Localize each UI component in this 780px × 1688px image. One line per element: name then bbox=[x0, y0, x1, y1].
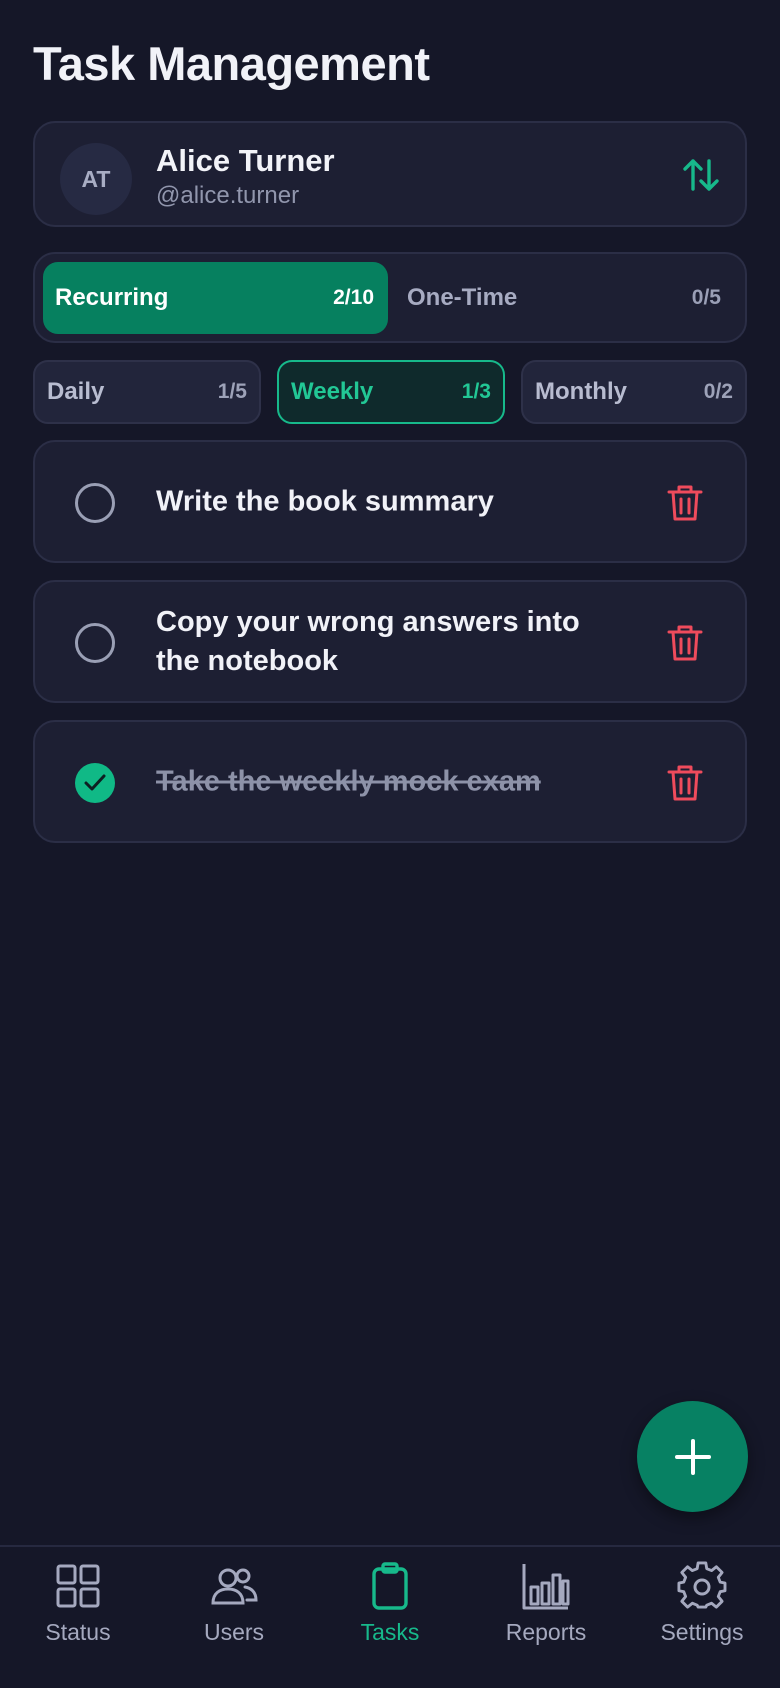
trash-icon[interactable] bbox=[667, 764, 703, 802]
nav-item-users[interactable]: Users bbox=[156, 1561, 312, 1671]
subtab-label: Monthly bbox=[535, 378, 627, 405]
user-handle: @alice.turner bbox=[156, 182, 300, 209]
subtab-count: 1/5 bbox=[217, 380, 247, 403]
subtab-monthly[interactable]: Monthly 0/2 bbox=[521, 360, 747, 424]
task-item: Write the book summary bbox=[33, 440, 747, 563]
nav-label: Reports bbox=[505, 1619, 587, 1645]
segment-tab-one-time[interactable]: One-Time 0/5 bbox=[395, 262, 741, 334]
gear-icon bbox=[677, 1561, 727, 1609]
plus-icon bbox=[674, 1438, 711, 1475]
users-icon bbox=[211, 1568, 258, 1605]
subtab-count: 0/2 bbox=[703, 380, 733, 403]
nav-item-status[interactable]: Status bbox=[0, 1561, 156, 1671]
task-type-segment: Recurring 2/10 One-Time 0/5 bbox=[33, 252, 747, 343]
task-item: Copy your wrong answers into the noteboo… bbox=[33, 580, 747, 703]
grid-icon bbox=[56, 1564, 100, 1608]
check-icon bbox=[84, 774, 106, 791]
bar-chart-icon bbox=[522, 1564, 570, 1610]
subtab-daily[interactable]: Daily 1/5 bbox=[33, 360, 261, 424]
bottom-nav: Status Users Tasks Reports Settings bbox=[0, 1545, 780, 1688]
task-title: Write the book summary bbox=[156, 485, 494, 517]
nav-label: Settings bbox=[660, 1619, 744, 1645]
task-checkbox[interactable] bbox=[75, 483, 115, 523]
segment-count: 0/5 bbox=[691, 286, 721, 309]
clipboard-icon bbox=[372, 1562, 408, 1610]
user-card[interactable]: AT Alice Turner @alice.turner bbox=[33, 121, 747, 227]
avatar: AT bbox=[60, 143, 132, 215]
task-title: Copy your wrong answers into the noteboo… bbox=[156, 605, 580, 677]
trash-icon[interactable] bbox=[667, 624, 703, 662]
nav-item-settings[interactable]: Settings bbox=[624, 1561, 780, 1671]
nav-item-reports[interactable]: Reports bbox=[468, 1561, 624, 1671]
user-name: Alice Turner bbox=[156, 143, 335, 178]
nav-label: Users bbox=[203, 1619, 265, 1645]
segment-count: 2/10 bbox=[333, 286, 374, 309]
task-checkbox[interactable] bbox=[75, 623, 115, 663]
add-task-button[interactable] bbox=[637, 1401, 748, 1512]
segment-label: One-Time bbox=[407, 284, 518, 311]
segment-tab-recurring[interactable]: Recurring 2/10 bbox=[43, 262, 388, 334]
nav-label: Status bbox=[45, 1619, 111, 1645]
segment-label: Recurring bbox=[55, 284, 169, 311]
subtab-count: 1/3 bbox=[461, 380, 491, 403]
task-item: Take the weekly mock exam bbox=[33, 720, 747, 843]
subtab-label: Daily bbox=[47, 378, 105, 405]
task-management-screen: Task Management AT Alice Turner @alice.t… bbox=[0, 0, 780, 1688]
task-checkbox-checked[interactable] bbox=[75, 763, 115, 803]
subtab-label: Weekly bbox=[291, 378, 374, 405]
subtab-weekly[interactable]: Weekly 1/3 bbox=[277, 360, 505, 424]
task-title: Take the weekly mock exam bbox=[156, 765, 541, 797]
swap-vertical-icon[interactable] bbox=[681, 155, 721, 195]
nav-item-tasks[interactable]: Tasks bbox=[312, 1561, 468, 1671]
page-title: Task Management bbox=[33, 37, 430, 90]
nav-label: Tasks bbox=[360, 1619, 420, 1645]
trash-icon[interactable] bbox=[667, 484, 703, 522]
